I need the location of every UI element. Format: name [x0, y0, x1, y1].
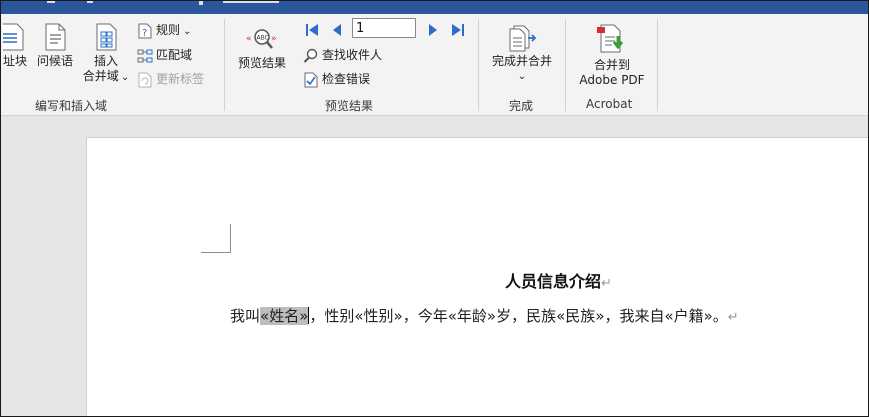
- preview-results-icon: « » ABC: [246, 29, 277, 49]
- group-write-insert-fields: 址块 问候语 插入 合并域 ⌄ ? 规则 ⌄ 匹配域 更新标签 编写和插入域: [1, 14, 224, 115]
- find-recipient-button[interactable]: 查找收件人: [303, 46, 382, 64]
- finish-merge-icon: [509, 25, 537, 52]
- rules-label: 规则: [156, 23, 181, 37]
- word-window: 址块 问候语 插入 合并域 ⌄ ? 规则 ⌄ 匹配域 更新标签 编写和插入域 «…: [0, 0, 869, 417]
- body-text-rest: ，性别«性别»，今年«年龄»岁，民族«民族»，我来自«户籍»。: [309, 307, 728, 325]
- group-label-acrobat: Acrobat: [586, 97, 633, 111]
- finish-merge-button[interactable]: 完成并合并 ⌄: [486, 22, 558, 84]
- check-errors-button[interactable]: 检查错误: [303, 70, 370, 88]
- insert-merge-field-label-line1: 插入: [93, 54, 118, 68]
- merge-to-adobe-pdf-button[interactable]: 合并到 Adobe PDF: [572, 22, 652, 88]
- merge-to-adobe-pdf-icon: [597, 24, 624, 53]
- find-recipient-label: 查找收件人: [322, 48, 383, 62]
- address-block-label: 址块: [2, 54, 27, 68]
- group-finish: 完成并合并 ⌄ 完成: [479, 14, 565, 115]
- paragraph-mark: ↵: [727, 310, 739, 325]
- merge-to-label-line2: Adobe PDF: [579, 73, 645, 87]
- mailings-ribbon: 址块 问候语 插入 合并域 ⌄ ? 规则 ⌄ 匹配域 更新标签 编写和插入域 «…: [1, 14, 868, 116]
- check-errors-label: 检查错误: [322, 72, 371, 86]
- svg-text:?: ?: [142, 28, 147, 39]
- insert-merge-field-label-line2: 合并域: [82, 69, 119, 83]
- update-labels-icon: [138, 72, 152, 87]
- next-record-icon[interactable]: [426, 22, 440, 38]
- first-record-icon[interactable]: [304, 22, 320, 38]
- chevron-down-icon: ⌄: [120, 72, 130, 83]
- document-body-line[interactable]: 我叫«姓名»，性别«性别»，今年«年龄»岁，民族«民族»，我来自«户籍»。↵: [230, 305, 739, 326]
- greeting-line-icon: [45, 23, 66, 51]
- match-fields-label: 匹配域: [156, 48, 193, 62]
- update-labels-button: 更新标签: [137, 70, 204, 88]
- finish-merge-label: 完成并合并: [491, 54, 552, 68]
- check-errors-icon: [304, 72, 318, 87]
- svg-text:«: «: [246, 34, 252, 44]
- find-recipient-icon: [303, 48, 318, 63]
- group-acrobat: 合并到 Adobe PDF Acrobat: [566, 14, 658, 115]
- body-text-before: 我叫: [230, 307, 261, 325]
- chevron-down-icon: ⌄: [183, 26, 192, 37]
- chevron-down-icon: ⌄: [517, 71, 527, 82]
- document-workspace: 人员信息介绍↵ 我叫«姓名»，性别«性别»，今年«年龄»岁，民族«民族»，我来自…: [1, 116, 868, 416]
- group-label-preview-results: 预览结果: [325, 99, 374, 113]
- group-preview-results: « » ABC 预览结果 1 查找收件人 检查错误 预览结果: [225, 14, 478, 115]
- previous-record-icon[interactable]: [330, 22, 344, 38]
- address-block-button[interactable]: 址块: [1, 22, 29, 69]
- paragraph-mark: ↵: [601, 276, 612, 291]
- greeting-line-label: 问候语: [36, 54, 73, 68]
- match-fields-icon: [137, 49, 153, 62]
- rules-button[interactable]: ? 规则 ⌄: [137, 21, 191, 39]
- address-block-icon: [3, 23, 24, 51]
- merge-to-label-line1: 合并到: [593, 58, 630, 72]
- svg-text:»: »: [271, 34, 277, 44]
- group-separator: [657, 19, 658, 111]
- title-bar: [1, 1, 868, 14]
- preview-results-button[interactable]: « » ABC 预览结果: [233, 24, 291, 71]
- greeting-line-button[interactable]: 问候语: [34, 22, 76, 69]
- document-title-text: 人员信息介绍: [505, 272, 602, 291]
- group-label-write-insert: 编写和插入域: [35, 99, 108, 113]
- last-record-icon[interactable]: [450, 22, 466, 38]
- match-fields-button[interactable]: 匹配域: [137, 46, 192, 64]
- document-title[interactable]: 人员信息介绍↵: [505, 268, 612, 292]
- document-page[interactable]: 人员信息介绍↵ 我叫«姓名»，性别«性别»，今年«年龄»岁，民族«民族»，我来自…: [86, 137, 868, 416]
- crop-mark: [201, 224, 231, 253]
- record-number-input[interactable]: 1: [352, 18, 416, 38]
- preview-results-label: 预览结果: [237, 56, 286, 70]
- svg-text:ABC: ABC: [257, 35, 269, 42]
- merge-field-name[interactable]: «姓名»: [260, 307, 309, 325]
- insert-merge-field-button[interactable]: 插入 合并域 ⌄: [79, 22, 133, 85]
- rules-icon: ?: [138, 23, 152, 39]
- insert-merge-field-icon: [96, 23, 117, 51]
- group-label-finish: 完成: [509, 99, 534, 113]
- update-labels-label: 更新标签: [156, 72, 205, 86]
